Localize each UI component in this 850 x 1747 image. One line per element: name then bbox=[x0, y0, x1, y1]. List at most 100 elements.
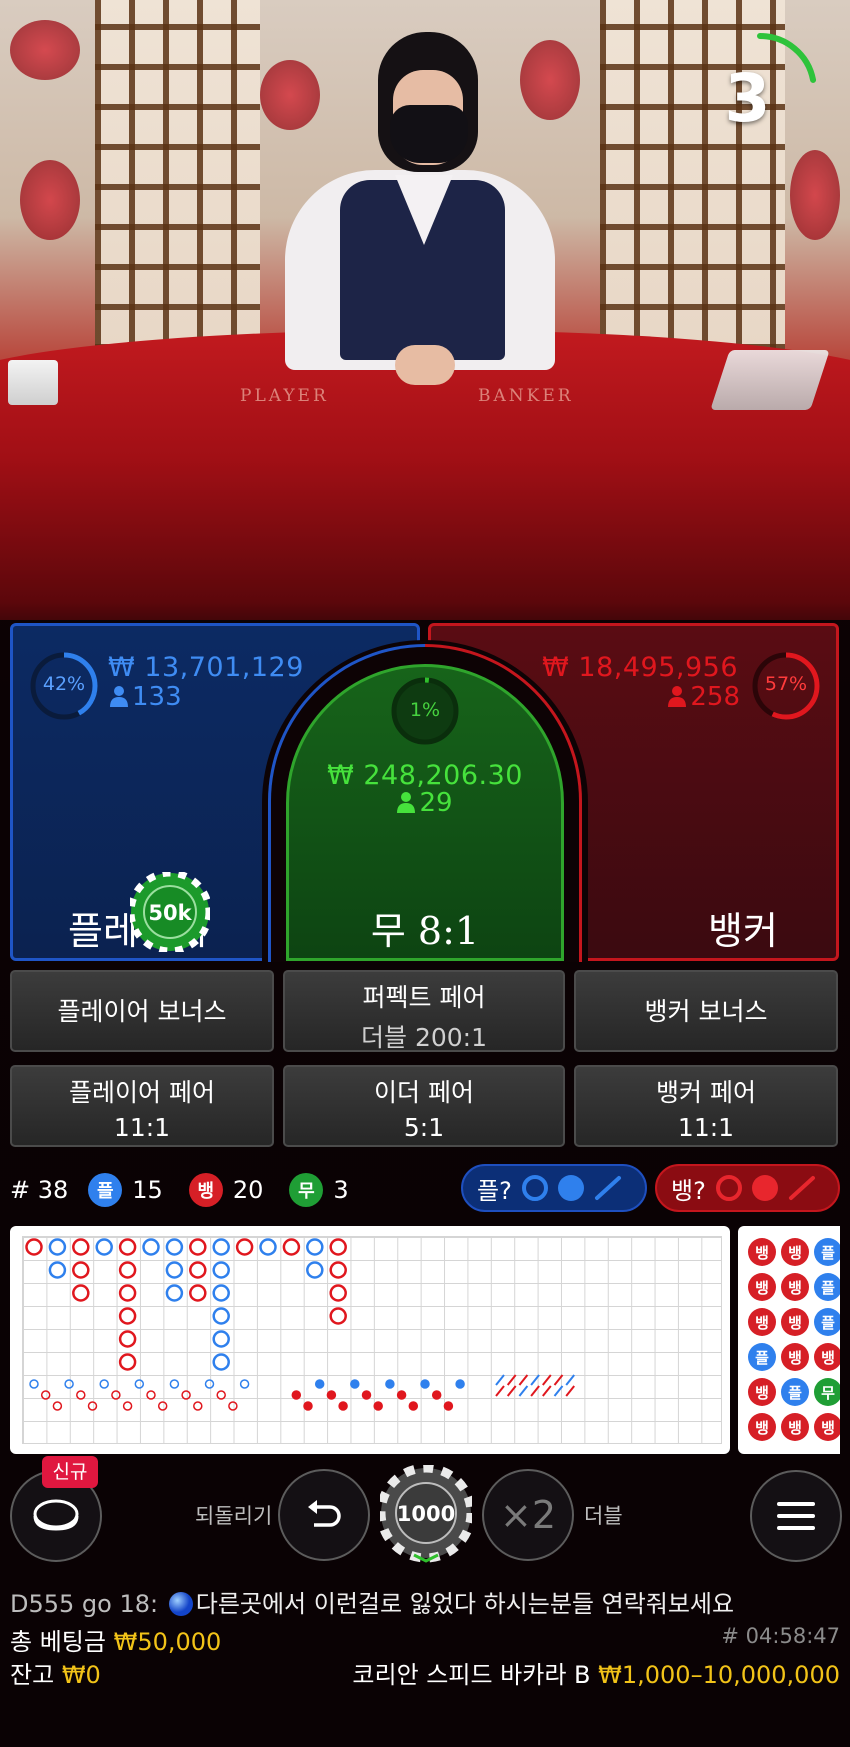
side-bet-odds: 11:1 bbox=[677, 1113, 735, 1142]
selected-chip[interactable]: 1000 bbox=[380, 1465, 472, 1565]
big-road-mark bbox=[212, 1330, 230, 1348]
big-road-mark bbox=[212, 1238, 230, 1256]
round-stats: # 38 플 15 뱅 20 무 3 bbox=[10, 1168, 349, 1212]
derived-road-mark bbox=[420, 1379, 430, 1389]
player-prediction-button[interactable]: 플? bbox=[461, 1164, 647, 1212]
big-road-mark bbox=[306, 1261, 324, 1279]
chat-user: D555 go 18: bbox=[10, 1590, 159, 1618]
player-prediction-label: 플? bbox=[477, 1176, 512, 1205]
player-win-badge: 플 bbox=[88, 1173, 123, 1207]
big-road-mark bbox=[212, 1284, 230, 1302]
side-bet-odds: 11:1 bbox=[113, 1113, 171, 1142]
derived-road-mark bbox=[134, 1379, 145, 1389]
banker-bettors: 258 bbox=[668, 682, 740, 712]
derived-road-mark bbox=[396, 1390, 407, 1400]
double-button[interactable]: ×2 bbox=[482, 1469, 574, 1561]
bead-cell: 뱅 bbox=[814, 1413, 840, 1441]
table-print-banker: BANKER bbox=[478, 386, 574, 406]
banker-bonus-button[interactable]: 뱅커 보너스 bbox=[574, 970, 838, 1052]
cockroach-road-mark bbox=[495, 1385, 505, 1397]
derived-road-mark bbox=[361, 1390, 372, 1400]
banker-label: 뱅커 bbox=[708, 909, 778, 953]
undo-button[interactable] bbox=[278, 1469, 370, 1561]
placed-chip[interactable]: 50k bbox=[130, 872, 210, 952]
derived-road-mark bbox=[385, 1379, 395, 1389]
chat-message: D555 go 18: 다른곳에서 이런걸로 잃었다 하시는분들 연락줘보세요 bbox=[10, 1584, 734, 1619]
big-road-mark bbox=[212, 1307, 230, 1325]
tie-amount: ₩ 248,206.30 bbox=[327, 760, 523, 791]
perfect-pair-button[interactable]: 퍼펙트 페어 더블 200:1 bbox=[283, 970, 565, 1052]
dealer-mask bbox=[390, 105, 468, 163]
cockroach-road-mark bbox=[565, 1374, 575, 1386]
cockroach-road-mark bbox=[518, 1374, 529, 1386]
big-road-mark bbox=[118, 1238, 137, 1256]
banker-win-badge: 뱅 bbox=[188, 1173, 223, 1207]
blue-ball-icon bbox=[168, 1592, 193, 1616]
big-road-mark bbox=[48, 1261, 67, 1279]
player-amount: ₩ 13,701,129 bbox=[108, 652, 304, 683]
bead-cell: 뱅 bbox=[781, 1308, 809, 1336]
card-shoe bbox=[710, 350, 830, 410]
cockroach-road-mark bbox=[506, 1385, 517, 1397]
card-stack bbox=[8, 360, 58, 405]
player-bonus-button[interactable]: 플레이어 보너스 bbox=[10, 970, 274, 1052]
tie-label: 무 8:1 bbox=[370, 909, 480, 953]
hollow-circle-icon bbox=[715, 1175, 742, 1201]
balance-value: ₩0 bbox=[61, 1661, 101, 1689]
big-road-mark bbox=[72, 1261, 90, 1279]
bead-cell: 뱅 bbox=[748, 1378, 776, 1406]
big-road-mark bbox=[118, 1353, 137, 1371]
solid-circle-icon bbox=[557, 1175, 584, 1201]
big-road-mark bbox=[329, 1261, 347, 1279]
big-road-mark bbox=[142, 1238, 160, 1256]
derived-road-mark bbox=[146, 1390, 156, 1400]
cockroach-road-mark bbox=[553, 1385, 564, 1397]
bead-cell: 플 bbox=[814, 1308, 840, 1336]
banker-pair-button[interactable]: 뱅커 페어 11:1 bbox=[574, 1065, 838, 1147]
player-win-count: 15 bbox=[132, 1176, 163, 1204]
placed-chip-value: 50k bbox=[148, 901, 192, 925]
big-road-mark bbox=[329, 1284, 347, 1302]
bead-road[interactable]: 뱅뱅플뱅뱅플뱅뱅플플뱅뱅뱅플무뱅뱅뱅 bbox=[738, 1226, 840, 1454]
player-bettors-count: 133 bbox=[132, 682, 182, 712]
live-video: PLAYER BANKER 3 bbox=[0, 0, 850, 620]
big-road-mark bbox=[259, 1238, 277, 1256]
bead-cell: 무 bbox=[814, 1378, 840, 1406]
derived-road-mark bbox=[157, 1401, 168, 1411]
bead-cell: 뱅 bbox=[781, 1238, 809, 1266]
selected-chip-value: 1000 bbox=[397, 1502, 455, 1526]
derived-road-mark bbox=[303, 1401, 313, 1411]
cockroach-road-mark bbox=[518, 1385, 529, 1397]
cockroach-road-mark bbox=[530, 1385, 540, 1397]
big-road-mark bbox=[95, 1238, 113, 1256]
derived-road-mark bbox=[314, 1379, 325, 1389]
person-icon bbox=[397, 792, 416, 813]
table-icon bbox=[33, 1499, 79, 1531]
blossom-decor bbox=[260, 60, 320, 130]
cockroach-road-mark bbox=[495, 1374, 505, 1386]
derived-road-mark bbox=[216, 1390, 226, 1400]
bet-area: 42% ₩ 13,701,129 133 57% ₩ 18,495,956 25… bbox=[0, 620, 850, 962]
bead-cell: 뱅 bbox=[748, 1308, 776, 1336]
big-road-mark bbox=[118, 1330, 137, 1348]
big-road-mark bbox=[282, 1238, 301, 1256]
total-bet-label: 총 베팅금 bbox=[10, 1628, 106, 1656]
balance-label: 잔고 bbox=[10, 1661, 55, 1689]
cockroach-road-mark bbox=[542, 1385, 552, 1397]
tie-badge: 무 bbox=[289, 1173, 324, 1207]
big-road-mark bbox=[189, 1284, 207, 1302]
big-road-mark bbox=[165, 1238, 184, 1256]
side-bet-odds: 더블 200:1 bbox=[361, 1023, 487, 1052]
banker-prediction-button[interactable]: 뱅? bbox=[655, 1164, 840, 1212]
big-road bbox=[25, 1238, 575, 1411]
decor-screen-left bbox=[95, 0, 260, 350]
either-pair-button[interactable]: 이더 페어 5:1 bbox=[283, 1065, 565, 1147]
bead-cell: 뱅 bbox=[814, 1343, 840, 1371]
roadmap-panel[interactable] bbox=[10, 1226, 730, 1454]
side-bet-odds: 5:1 bbox=[403, 1113, 445, 1142]
banker-win-count: 20 bbox=[232, 1176, 264, 1204]
menu-button[interactable] bbox=[750, 1470, 842, 1562]
derived-road-mark bbox=[239, 1379, 250, 1389]
player-pair-button[interactable]: 플레이어 페어 11:1 bbox=[10, 1065, 274, 1147]
derived-road-mark bbox=[193, 1401, 203, 1411]
